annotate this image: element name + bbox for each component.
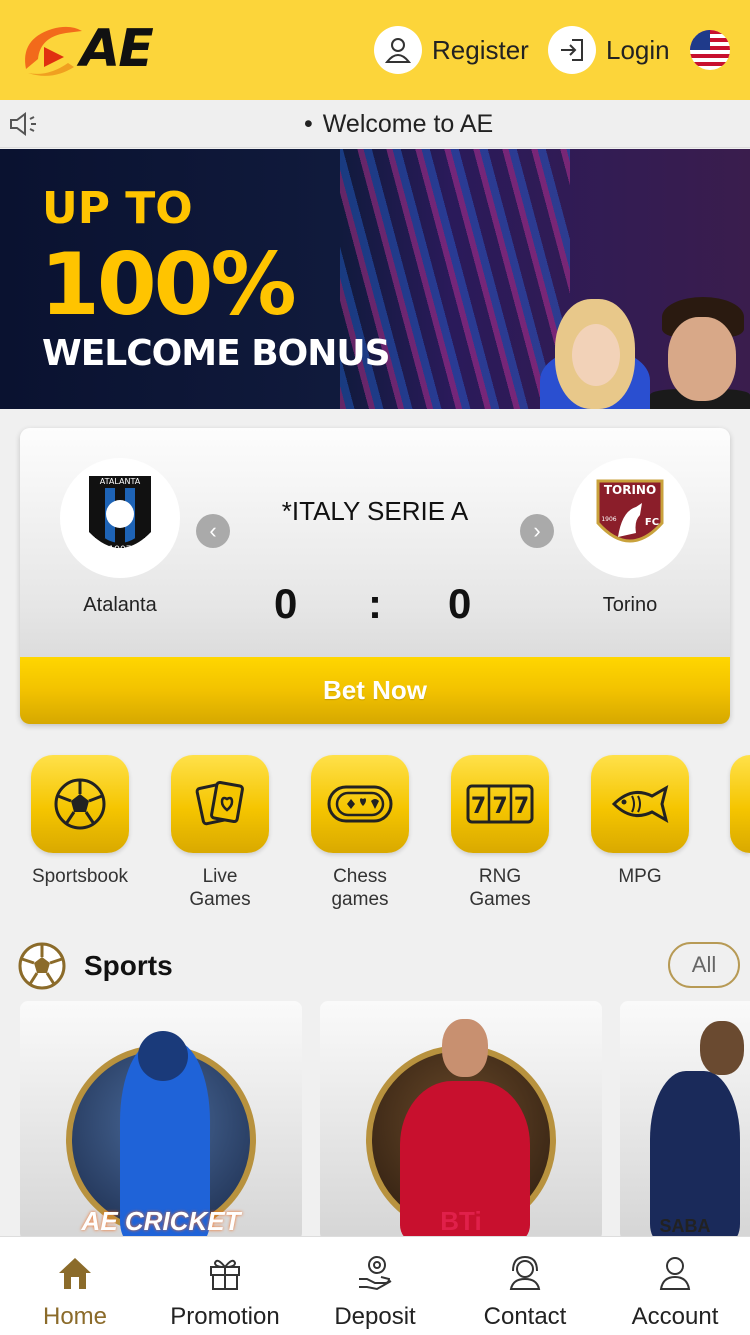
nav-label: Account (631, 1303, 719, 1330)
login-icon (548, 26, 596, 74)
home-team-name: Atalanta (83, 594, 157, 616)
score-separator: : (368, 580, 382, 627)
gift-icon (210, 1259, 240, 1290)
away-team-name: Torino (602, 594, 658, 616)
torino-logo-icon: TORINO FC 1906 (570, 458, 690, 578)
soccer-ball-icon (54, 778, 106, 830)
us-flag-icon[interactable] (690, 30, 730, 70)
logo-mark-icon (25, 26, 82, 76)
featured-match-card: ATALANTA 1907 TORINO FC 1906 Atalanta To… (20, 428, 730, 724)
nav-promotion[interactable]: Promotion (150, 1237, 300, 1335)
category-label-line: RNG (478, 866, 522, 887)
card-label: BTi (440, 1206, 482, 1236)
category-label: Sportsbook (31, 866, 129, 887)
category-tile (591, 755, 689, 853)
atalanta-logo-year: 1907 (109, 545, 132, 555)
category-mpg[interactable]: MPG (590, 755, 690, 888)
banner-line-1: UP TO (42, 183, 193, 234)
login-button[interactable]: Login (548, 25, 670, 75)
nav-label: Home (42, 1303, 108, 1330)
banner-woman-face (572, 324, 620, 386)
saba-player-head (700, 1021, 744, 1075)
banner-line-3: WELCOME BONUS (42, 333, 391, 374)
deposit-icon (359, 1256, 392, 1291)
category-sportsbook[interactable]: Sportsbook (30, 755, 130, 888)
category-chess-games[interactable]: Chess games (310, 755, 410, 911)
ae-logo[interactable]: AE (18, 18, 168, 80)
category-label: Live Games (170, 865, 270, 911)
cards-icon (195, 780, 244, 826)
svg-text:7: 7 (492, 794, 507, 819)
user-icon (659, 1257, 691, 1290)
category-label-line: Games (469, 889, 531, 910)
nav-label: Contact (483, 1303, 567, 1330)
logo-text: AE (80, 19, 154, 79)
fish-icon (611, 784, 669, 824)
atalanta-logo-text: ATALANTA (100, 477, 141, 486)
promo-banner[interactable]: UP TO 100% WELCOME BONUS (0, 149, 750, 409)
nav-label: Deposit (334, 1303, 416, 1330)
nav-account[interactable]: Account (600, 1237, 750, 1335)
category-more[interactable] (730, 755, 750, 853)
category-label-line: games (331, 889, 389, 910)
user-icon (374, 26, 422, 74)
banner-man-face (668, 317, 736, 401)
svg-text:7: 7 (471, 794, 486, 819)
register-button[interactable]: Register (374, 25, 529, 75)
home-icon (59, 1258, 91, 1289)
category-label-line: Chess (333, 866, 387, 887)
cricket-player-head (138, 1031, 188, 1081)
bet-now-button[interactable]: Bet Now (20, 657, 730, 724)
announcement-text: Welcome to AE (304, 110, 493, 139)
torino-logo-year: 1906 (601, 516, 616, 523)
card-label: SABA (659, 1216, 711, 1236)
headset-icon (509, 1255, 541, 1290)
sport-card-bti[interactable]: BTi (320, 1001, 602, 1241)
category-tile: 7 7 7 (451, 755, 549, 853)
category-label-line: Games (189, 889, 251, 910)
league-name: *ITALY SERIE A (281, 496, 469, 526)
sports-section-title: Sports (84, 950, 173, 981)
sport-card-ae-cricket[interactable]: AE CRICKET (20, 1001, 302, 1241)
register-label: Register (432, 34, 529, 65)
category-rng-games[interactable]: 7 7 7 RNG Games (450, 755, 550, 911)
prev-match-chevron-left-icon[interactable]: ‹ (196, 514, 230, 548)
speaker-icon (10, 112, 36, 136)
category-tile (311, 755, 409, 853)
sports-ball-icon (18, 942, 66, 990)
category-tile (171, 755, 269, 853)
top-header: AE Register Login (0, 0, 750, 100)
nav-label: Promotion (170, 1303, 280, 1330)
banner-line-2: 100% (40, 235, 297, 335)
svg-text:7: 7 (514, 794, 529, 819)
chess-table-icon (327, 785, 393, 823)
view-all-sports-button[interactable]: All (668, 942, 740, 988)
category-label: Chess games (310, 865, 410, 911)
bti-player-head (442, 1019, 488, 1077)
category-label-line: Live (202, 866, 238, 887)
sport-card-saba[interactable]: SABA (620, 1001, 750, 1241)
torino-logo-text: TORINO (604, 483, 656, 497)
next-match-chevron-right-icon[interactable]: › (520, 514, 554, 548)
torino-logo-fc: FC (645, 517, 659, 528)
nav-deposit[interactable]: Deposit (300, 1237, 450, 1335)
nav-home[interactable]: Home (0, 1237, 150, 1335)
slot-777-icon: 7 7 7 (466, 784, 534, 824)
card-label: AE CRICKET (81, 1206, 241, 1236)
atalanta-logo-icon: ATALANTA 1907 (60, 458, 180, 578)
home-score: 0 (274, 580, 298, 627)
away-score: 0 (448, 580, 472, 627)
category-label: MPG (618, 866, 662, 887)
nav-contact[interactable]: Contact (450, 1237, 600, 1335)
category-label: RNG Games (450, 865, 550, 911)
category-live-games[interactable]: Live Games (170, 755, 270, 911)
login-label: Login (606, 34, 670, 65)
bottom-navigation: Home Promotion Deposit Contact Account (0, 1236, 750, 1335)
category-tile (31, 755, 129, 853)
category-tile (730, 755, 750, 853)
announcement-bar: Welcome to AE (0, 100, 750, 148)
